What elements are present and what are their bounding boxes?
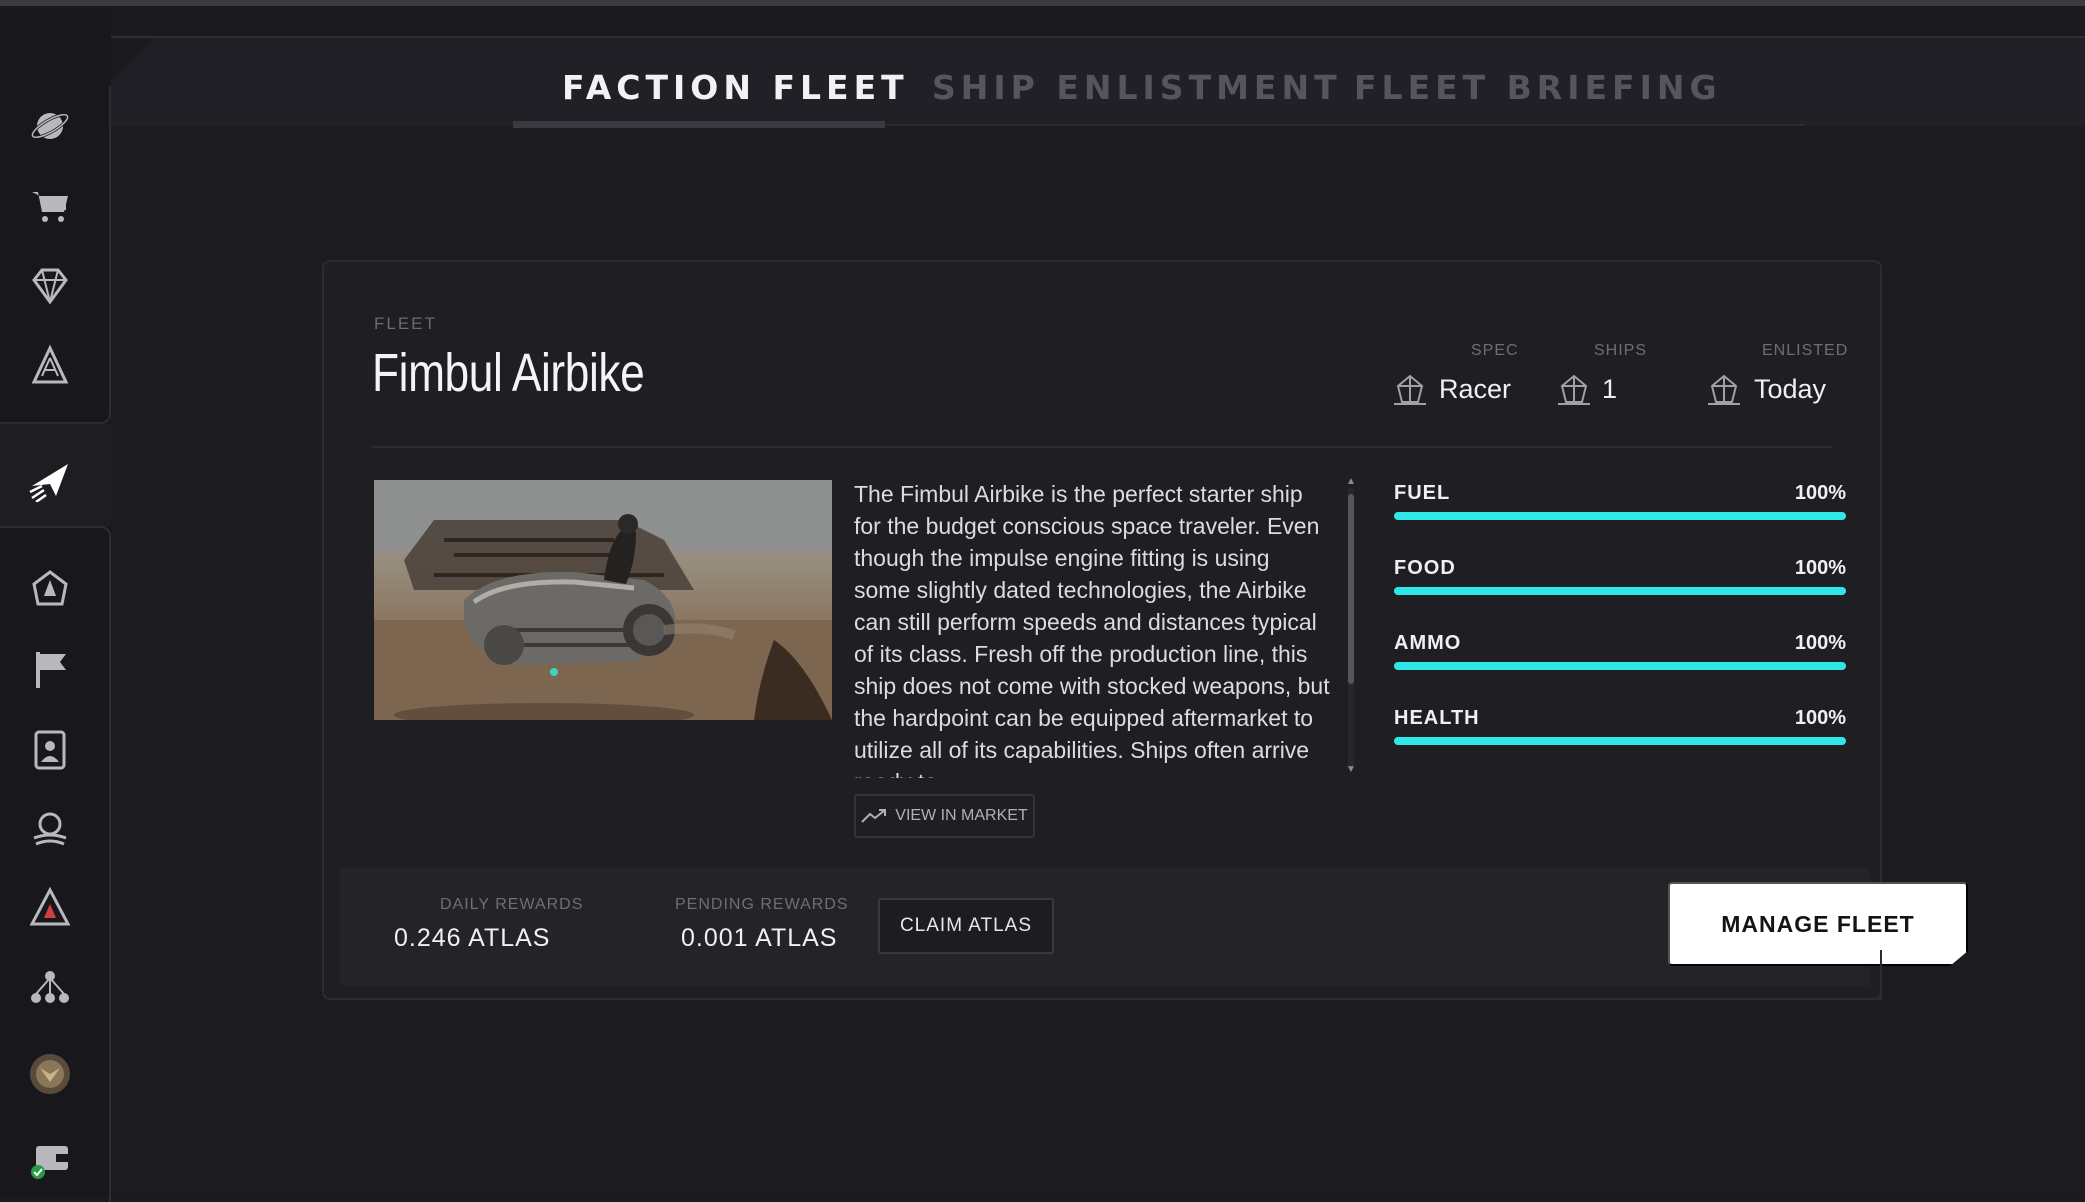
sidebar-item-emblem[interactable] <box>24 802 76 854</box>
resource-track <box>1394 662 1846 670</box>
resource-percent: 100% <box>1794 707 1846 729</box>
resource-fill <box>1394 662 1846 670</box>
sidebar-item-avatar[interactable] <box>24 1048 76 1100</box>
resource-health: HEALTH 100% <box>1394 705 1846 780</box>
network-icon <box>31 971 69 1003</box>
view-in-market-label: VIEW IN MARKET <box>895 807 1028 824</box>
stat-spec-head: SPEC <box>1471 342 1519 359</box>
resource-label: FOOD <box>1394 557 1456 579</box>
avatar-medal-icon <box>30 1054 70 1094</box>
view-in-market-button[interactable]: VIEW IN MARKET <box>854 794 1035 838</box>
resource-track <box>1394 587 1846 595</box>
scroll-thumb[interactable] <box>1348 494 1354 684</box>
wallet-icon <box>31 1146 68 1179</box>
active-tab-indicator <box>513 121 885 128</box>
window-top-edge <box>0 0 2085 6</box>
sidebar-group-bottom <box>0 526 111 1202</box>
stat-ships-value: 1 <box>1602 374 1618 404</box>
swirl-emblem-icon <box>33 812 67 846</box>
resource-label: FUEL <box>1394 482 1451 504</box>
ship-outline-icon <box>1708 374 1740 405</box>
manage-fleet-button[interactable]: MANAGE FLEET <box>1668 882 1968 966</box>
main-panel: FACTION FLEET SHIP ENLISTMENT FLEET BRIE… <box>111 36 2085 1196</box>
faction-crest-icon <box>32 570 68 606</box>
diamond-icon <box>32 268 68 305</box>
resource-fill <box>1394 587 1846 595</box>
ship-outline-icon <box>1394 374 1426 405</box>
fleet-name: Fimbul Airbike <box>372 343 645 403</box>
sidebar-item-faction-emblem[interactable] <box>24 882 76 934</box>
sidebar-item-atlas[interactable] <box>24 340 76 392</box>
scroll-down-arrow-icon[interactable]: ▼ <box>1346 764 1356 775</box>
stat-spec-value: Racer <box>1439 374 1512 404</box>
sidebar-item-planet[interactable] <box>24 100 76 152</box>
daily-rewards-value: 0.246 ATLAS <box>394 924 551 952</box>
sidebar-item-market[interactable] <box>24 180 76 232</box>
stat-enlisted-value: Today <box>1754 374 1827 404</box>
resource-percent: 100% <box>1794 482 1846 504</box>
sidebar-item-wallet[interactable] <box>24 1132 76 1184</box>
fleet-card: FLEET Fimbul Airbike SPEC Racer SHIPS 1 … <box>322 260 1968 1000</box>
card-divider <box>372 446 1832 448</box>
pending-rewards-value: 0.001 ATLAS <box>681 924 838 952</box>
description-scrollbar[interactable]: ▲ ▼ <box>1344 476 1358 778</box>
sidebar-item-profile[interactable] <box>24 724 76 776</box>
tab-ship-enlistment[interactable]: SHIP ENLISTMENT <box>932 68 1342 107</box>
rewards-strip: DAILY REWARDS 0.246 ATLAS PENDING REWARD… <box>340 868 1968 986</box>
resource-percent: 100% <box>1794 557 1846 579</box>
tab-bar-corner <box>111 38 155 82</box>
sidebar-item-fleet[interactable] <box>24 454 76 506</box>
trend-up-icon <box>861 809 887 823</box>
resource-label: HEALTH <box>1394 707 1480 729</box>
tab-bar: FACTION FLEET SHIP ENLISTMENT FLEET BRIE… <box>111 36 2085 128</box>
pending-rewards-head: PENDING REWARDS <box>675 896 849 913</box>
resource-fill <box>1394 737 1846 745</box>
sidebar <box>0 6 111 1202</box>
tab-track <box>885 124 1805 126</box>
daily-rewards-head: DAILY REWARDS <box>440 896 584 913</box>
resource-ammo: AMMO 100% <box>1394 630 1846 705</box>
tab-faction-fleet[interactable]: FACTION FLEET <box>562 68 909 107</box>
airbike-illustration <box>374 480 832 720</box>
planet-icon <box>30 113 70 139</box>
ship-outline-icon <box>1558 374 1590 405</box>
stat-ships-head: SHIPS <box>1594 342 1648 359</box>
fleet-label: FLEET <box>374 314 437 333</box>
paper-plane-icon <box>29 464 68 502</box>
stat-enlisted-head: ENLISTED <box>1762 342 1849 359</box>
badge-card-icon <box>34 730 66 770</box>
resource-percent: 100% <box>1794 632 1846 654</box>
resource-track <box>1394 737 1846 745</box>
sidebar-item-faction[interactable] <box>24 564 76 616</box>
tab-fleet-briefing[interactable]: FLEET BRIEFING <box>1354 68 1722 107</box>
resource-fill <box>1394 512 1846 520</box>
flag-icon <box>36 652 66 688</box>
resource-fuel: FUEL 100% <box>1394 480 1846 555</box>
resource-bars: FUEL 100% FOOD 100% AMMO 100% HEALTH 100… <box>1394 480 1846 780</box>
sidebar-item-network[interactable] <box>24 962 76 1014</box>
resource-food: FOOD 100% <box>1394 555 1846 630</box>
sidebar-item-gems[interactable] <box>24 260 76 312</box>
sidebar-item-flag[interactable] <box>24 644 76 696</box>
atlas-logo-icon <box>31 344 69 384</box>
resource-label: AMMO <box>1394 632 1462 654</box>
card-corner-accent <box>1832 950 1882 1000</box>
cart-icon <box>32 192 68 222</box>
ship-image <box>374 480 832 720</box>
fleet-description: The Fimbul Airbike is the perfect starte… <box>854 481 1330 778</box>
claim-atlas-button[interactable]: CLAIM ATLAS <box>878 898 1054 954</box>
faction-emblem-icon <box>29 886 71 926</box>
resource-track <box>1394 512 1846 520</box>
scroll-up-arrow-icon[interactable]: ▲ <box>1346 476 1356 487</box>
